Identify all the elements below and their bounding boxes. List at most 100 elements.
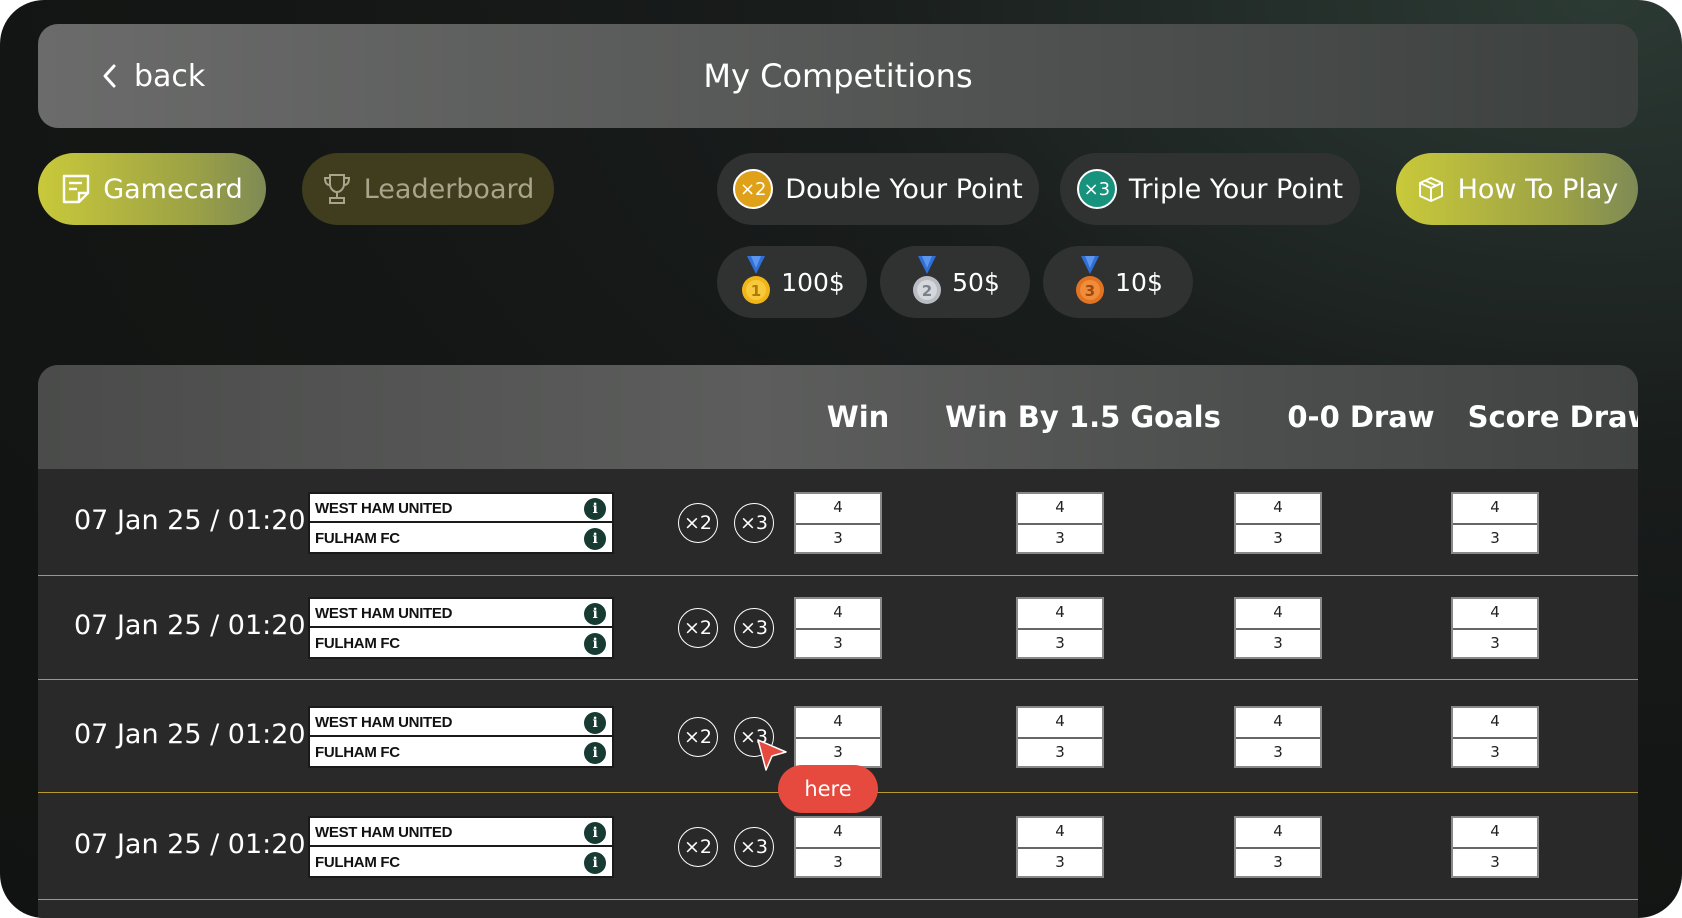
info-icon[interactable]: i xyxy=(584,527,606,550)
back-button[interactable]: back xyxy=(100,24,205,128)
home-team: WEST HAM UNITED i xyxy=(310,818,612,847)
home-team: WEST HAM UNITED i xyxy=(310,494,612,523)
info-icon[interactable]: i xyxy=(584,821,606,844)
info-icon[interactable]: i xyxy=(584,851,606,874)
odds-away[interactable]: 3 xyxy=(1018,738,1102,766)
gamecard-icon xyxy=(63,174,90,204)
prize-third-label: 10$ xyxy=(1115,267,1163,297)
odds-box[interactable]: 4 3 xyxy=(1016,491,1104,554)
odds-box[interactable]: 4 3 xyxy=(794,597,882,659)
how-to-play-button[interactable]: How To Play xyxy=(1396,153,1638,225)
silver-medal-icon: 2 xyxy=(913,256,942,304)
odds-box[interactable]: 4 3 xyxy=(1234,705,1322,768)
match-teams: WEST HAM UNITED i FULHAM FC i xyxy=(308,597,614,659)
odds-box[interactable]: 4 3 xyxy=(794,491,882,554)
double-points-button[interactable]: ×2 xyxy=(678,502,718,543)
column-header-score-draw: Score Draw xyxy=(1467,400,1638,434)
app-frame: back My Competitions Gamecard Leaderboar… xyxy=(0,0,1682,918)
odds-away[interactable]: 3 xyxy=(1236,738,1320,766)
info-icon[interactable]: i xyxy=(584,497,606,520)
odds-home[interactable]: 4 xyxy=(1018,494,1102,525)
tab-gamecard-label: Gamecard xyxy=(103,173,243,205)
info-icon[interactable]: i xyxy=(584,603,606,625)
odds-box[interactable]: 4 3 xyxy=(1451,491,1539,554)
odds-box[interactable]: 4 3 xyxy=(1451,815,1539,878)
odds-box[interactable]: 4 3 xyxy=(1016,815,1104,878)
odds-home[interactable]: 4 xyxy=(1453,708,1537,739)
double-points-button[interactable]: ×2 xyxy=(678,716,718,757)
triple-points-button[interactable]: ×3 xyxy=(734,608,774,648)
tab-leaderboard[interactable]: Leaderboard xyxy=(302,153,554,225)
trophy-icon xyxy=(323,174,350,204)
odds-home[interactable]: 4 xyxy=(1236,708,1320,739)
odds-away[interactable]: 3 xyxy=(1453,738,1537,766)
odds-away[interactable]: 3 xyxy=(796,848,880,876)
odds-home[interactable]: 4 xyxy=(796,599,880,630)
double-your-point-button[interactable]: ×2 Double Your Point xyxy=(717,153,1039,225)
match-teams: WEST HAM UNITED i FULHAM FC i xyxy=(308,491,614,554)
odds-away[interactable]: 3 xyxy=(1018,848,1102,876)
prize-second: 2 50$ xyxy=(880,246,1030,318)
column-header-win: Win xyxy=(826,400,890,434)
odds-box[interactable]: 4 3 xyxy=(1234,597,1322,659)
odds-away[interactable]: 3 xyxy=(1236,629,1320,657)
tab-gamecard[interactable]: Gamecard xyxy=(38,153,266,225)
odds-box[interactable]: 4 3 xyxy=(1451,705,1539,768)
odds-box[interactable]: 4 3 xyxy=(1016,705,1104,768)
double-points-button[interactable]: ×2 xyxy=(678,608,718,648)
odds-home[interactable]: 4 xyxy=(796,708,880,739)
odds-away[interactable]: 3 xyxy=(1453,629,1537,657)
away-team-name: FULHAM FC xyxy=(315,635,400,652)
match-teams: WEST HAM UNITED i FULHAM FC i xyxy=(308,705,614,768)
odds-away[interactable]: 3 xyxy=(796,738,880,766)
odds-home[interactable]: 4 xyxy=(1236,599,1320,630)
odds-home[interactable]: 4 xyxy=(1236,818,1320,849)
odds-box[interactable]: 4 3 xyxy=(1234,815,1322,878)
away-team-name: FULHAM FC xyxy=(315,743,400,761)
triple-points-button[interactable]: ×3 xyxy=(734,826,774,867)
odds-home[interactable]: 4 xyxy=(796,494,880,525)
odds-home[interactable]: 4 xyxy=(796,818,880,849)
away-team: FULHAM FC i xyxy=(310,524,612,553)
odds-home[interactable]: 4 xyxy=(1236,494,1320,525)
predictions-table: Win Win By 1.5 Goals 0-0 Draw Score Draw… xyxy=(38,365,1638,918)
odds-away[interactable]: 3 xyxy=(1018,524,1102,552)
odds-away[interactable]: 3 xyxy=(1018,629,1102,657)
odds-box[interactable]: 4 3 xyxy=(1451,597,1539,659)
odds-away[interactable]: 3 xyxy=(1236,524,1320,552)
away-team: FULHAM FC i xyxy=(310,738,612,767)
double-points-button[interactable]: ×2 xyxy=(678,826,718,867)
svg-text:1: 1 xyxy=(751,282,761,300)
triple-points-button[interactable]: ×3 xyxy=(734,502,774,543)
odds-home[interactable]: 4 xyxy=(1453,818,1537,849)
box-icon xyxy=(1418,177,1443,202)
odds-box[interactable]: 4 3 xyxy=(1234,491,1322,554)
odds-home[interactable]: 4 xyxy=(1018,708,1102,739)
info-icon[interactable]: i xyxy=(584,633,606,655)
how-to-play-label: How To Play xyxy=(1457,173,1619,205)
info-icon[interactable]: i xyxy=(584,741,606,764)
away-team: FULHAM FC i xyxy=(310,629,612,658)
odds-box[interactable]: 4 3 xyxy=(1016,597,1104,659)
home-team-name: WEST HAM UNITED xyxy=(315,713,453,731)
prize-second-label: 50$ xyxy=(952,267,1000,297)
x3-badge-icon: ×3 xyxy=(1076,169,1117,209)
page-title: My Competitions xyxy=(703,57,973,95)
odds-box[interactable]: 4 3 xyxy=(794,815,882,878)
info-icon[interactable]: i xyxy=(584,711,606,734)
odds-home[interactable]: 4 xyxy=(1453,494,1537,525)
prize-first: 1 100$ xyxy=(717,246,867,318)
odds-home[interactable]: 4 xyxy=(1018,818,1102,849)
odds-home[interactable]: 4 xyxy=(1453,599,1537,630)
odds-box[interactable]: 4 3 xyxy=(794,705,882,768)
cursor-pointer-icon xyxy=(757,739,787,771)
triple-your-point-button[interactable]: ×3 Triple Your Point xyxy=(1060,153,1360,225)
odds-away[interactable]: 3 xyxy=(796,629,880,657)
odds-away[interactable]: 3 xyxy=(1236,848,1320,876)
chevron-left-icon xyxy=(103,64,116,88)
away-team-name: FULHAM FC xyxy=(315,853,400,871)
odds-home[interactable]: 4 xyxy=(1018,599,1102,630)
odds-away[interactable]: 3 xyxy=(796,524,880,552)
odds-away[interactable]: 3 xyxy=(1453,848,1537,876)
odds-away[interactable]: 3 xyxy=(1453,524,1537,552)
